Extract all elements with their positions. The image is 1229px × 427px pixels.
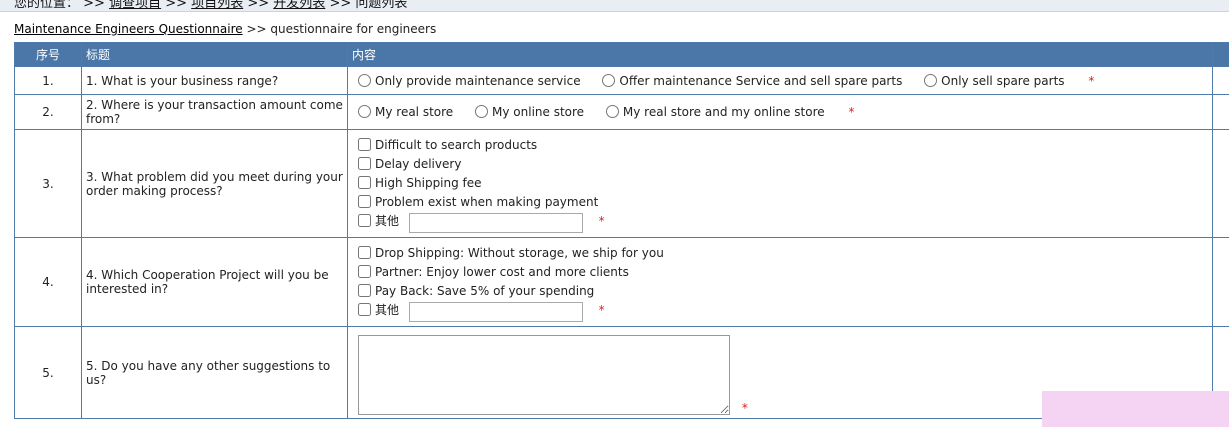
other-text-input[interactable] (408, 301, 583, 322)
breadcrumb-link-questionnaire[interactable]: Maintenance Engineers Questionnaire (14, 22, 243, 36)
option-label: Difficult to search products (375, 138, 538, 152)
option-label: Problem exist when making payment (375, 195, 599, 209)
question-title: 4. Which Cooperation Project will you be… (81, 237, 348, 327)
option-label: Pay Back: Save 5% of your spending (375, 284, 595, 298)
answer-cell: Drop Shipping: Without storage, we ship … (347, 237, 1213, 327)
breadcrumb-sep: >> (246, 22, 267, 36)
answer-cell: My real store My online store My real st… (347, 94, 1213, 130)
checkbox-input[interactable] (358, 195, 371, 208)
extra-cell (1212, 237, 1229, 327)
table-row: 3. 3. What problem did you meet during y… (14, 129, 1229, 238)
checkbox-option[interactable]: Pay Back: Save 5% of your spending (352, 284, 594, 298)
checkbox-input[interactable] (358, 176, 371, 189)
radio-input[interactable] (475, 105, 489, 118)
extra-cell (1212, 129, 1229, 238)
nav-sep: >> (329, 0, 352, 11)
required-marker: * (598, 214, 605, 228)
option-label: High Shipping fee (375, 176, 482, 190)
checkbox-input[interactable] (358, 284, 371, 297)
option-label: 其他 (375, 303, 400, 317)
breadcrumb-current: questionnaire for engineers (270, 22, 437, 36)
required-marker: * (598, 303, 605, 317)
option-label: Offer maintenance Service and sell spare… (619, 73, 903, 88)
radio-option[interactable]: My real store and my online store (600, 105, 825, 119)
checkbox-option[interactable]: Partner: Enjoy lower cost and more clien… (352, 265, 629, 279)
checkbox-option[interactable]: High Shipping fee (352, 176, 482, 190)
nav-sep: >> (83, 0, 105, 11)
checkbox-option[interactable]: Difficult to search products (352, 138, 537, 152)
row-number: 5. (14, 326, 82, 419)
checkbox-input[interactable] (358, 265, 371, 278)
option-label: Drop Shipping: Without storage, we ship … (375, 246, 664, 260)
nav-link-project-list[interactable]: 项目列表 (191, 0, 243, 11)
answer-cell: Difficult to search products Delay deliv… (347, 129, 1213, 238)
question-title: 5. Do you have any other suggestions to … (81, 326, 348, 419)
row-number: 3. (14, 129, 82, 238)
header-no: 序号 (14, 42, 82, 67)
required-marker: * (1088, 73, 1095, 88)
option-label: My online store (492, 105, 585, 119)
checkbox-option[interactable]: Problem exist when making payment (352, 195, 598, 209)
checkbox-option[interactable]: Delay delivery (352, 157, 461, 171)
breadcrumb: Maintenance Engineers Questionnaire >> q… (14, 22, 436, 36)
radio-option[interactable]: Only provide maintenance service (352, 73, 581, 88)
nav-link-projects[interactable]: 调查项目 (109, 0, 161, 11)
header-extra (1212, 42, 1229, 67)
nav-link-dev-list[interactable]: 开发列表 (273, 0, 325, 11)
option-label: Only provide maintenance service (375, 73, 581, 88)
radio-option[interactable]: My real store (352, 105, 453, 119)
option-label: Partner: Enjoy lower cost and more clien… (375, 265, 629, 279)
radio-input[interactable] (358, 73, 371, 87)
header-title: 标题 (81, 42, 348, 67)
checkbox-input[interactable] (358, 214, 371, 227)
nav-sep: >> (247, 0, 270, 11)
question-title: 2. Where is your transaction amount come… (81, 94, 348, 130)
required-marker: * (741, 400, 748, 415)
checkbox-input[interactable] (358, 138, 371, 151)
suggestions-textarea[interactable] (358, 334, 730, 415)
question-title: 3. What problem did you meet during your… (81, 129, 348, 238)
nav-current: 问题列表 (355, 0, 408, 11)
checkbox-option-other[interactable]: 其他 (352, 303, 399, 317)
radio-input[interactable] (924, 73, 938, 87)
radio-option[interactable]: My online store (469, 105, 584, 119)
checkbox-option-other[interactable]: 其他 (352, 214, 399, 228)
radio-option[interactable]: Offer maintenance Service and sell spare… (596, 73, 903, 88)
row-number: 4. (14, 237, 82, 327)
option-label: 其他 (375, 214, 400, 228)
extra-cell (1212, 94, 1229, 130)
top-nav-bar: 您的位置： >> 调查项目 >> 项目列表 >> 开发列表 >> 问题列表 (0, 0, 1229, 12)
nav-sep: >> (165, 0, 188, 11)
checkbox-input[interactable] (358, 303, 371, 316)
option-label: Delay delivery (375, 157, 462, 171)
required-marker: * (848, 105, 855, 119)
radio-option[interactable]: Only sell spare parts (918, 73, 1065, 88)
overlay-highlight (1042, 391, 1229, 427)
checkbox-input[interactable] (358, 246, 371, 259)
radio-input[interactable] (602, 73, 616, 87)
row-number: 1. (14, 66, 82, 95)
other-text-input[interactable] (408, 212, 583, 233)
questionnaire-table: 序号 标题 内容 1. 1. What is your business ran… (14, 42, 1229, 419)
table-header-row: 序号 标题 内容 (14, 42, 1229, 67)
option-label: Only sell spare parts (941, 73, 1065, 88)
option-label: My real store and my online store (622, 105, 825, 119)
checkbox-input[interactable] (358, 157, 371, 170)
radio-input[interactable] (605, 105, 619, 118)
table-row: 2. 2. Where is your transaction amount c… (14, 94, 1229, 130)
extra-cell (1212, 66, 1229, 95)
radio-input[interactable] (358, 105, 371, 118)
row-number: 2. (14, 94, 82, 130)
option-label: My real store (375, 105, 454, 119)
header-content: 内容 (347, 42, 1213, 67)
answer-cell: Only provide maintenance service Offer m… (347, 66, 1213, 95)
checkbox-option[interactable]: Drop Shipping: Without storage, we ship … (352, 246, 664, 260)
question-title: 1. What is your business range? (81, 66, 348, 95)
nav-location-label: 您的位置： (14, 0, 80, 11)
table-row: 4. 4. Which Cooperation Project will you… (14, 237, 1229, 327)
table-row: 1. 1. What is your business range? Only … (14, 66, 1229, 95)
